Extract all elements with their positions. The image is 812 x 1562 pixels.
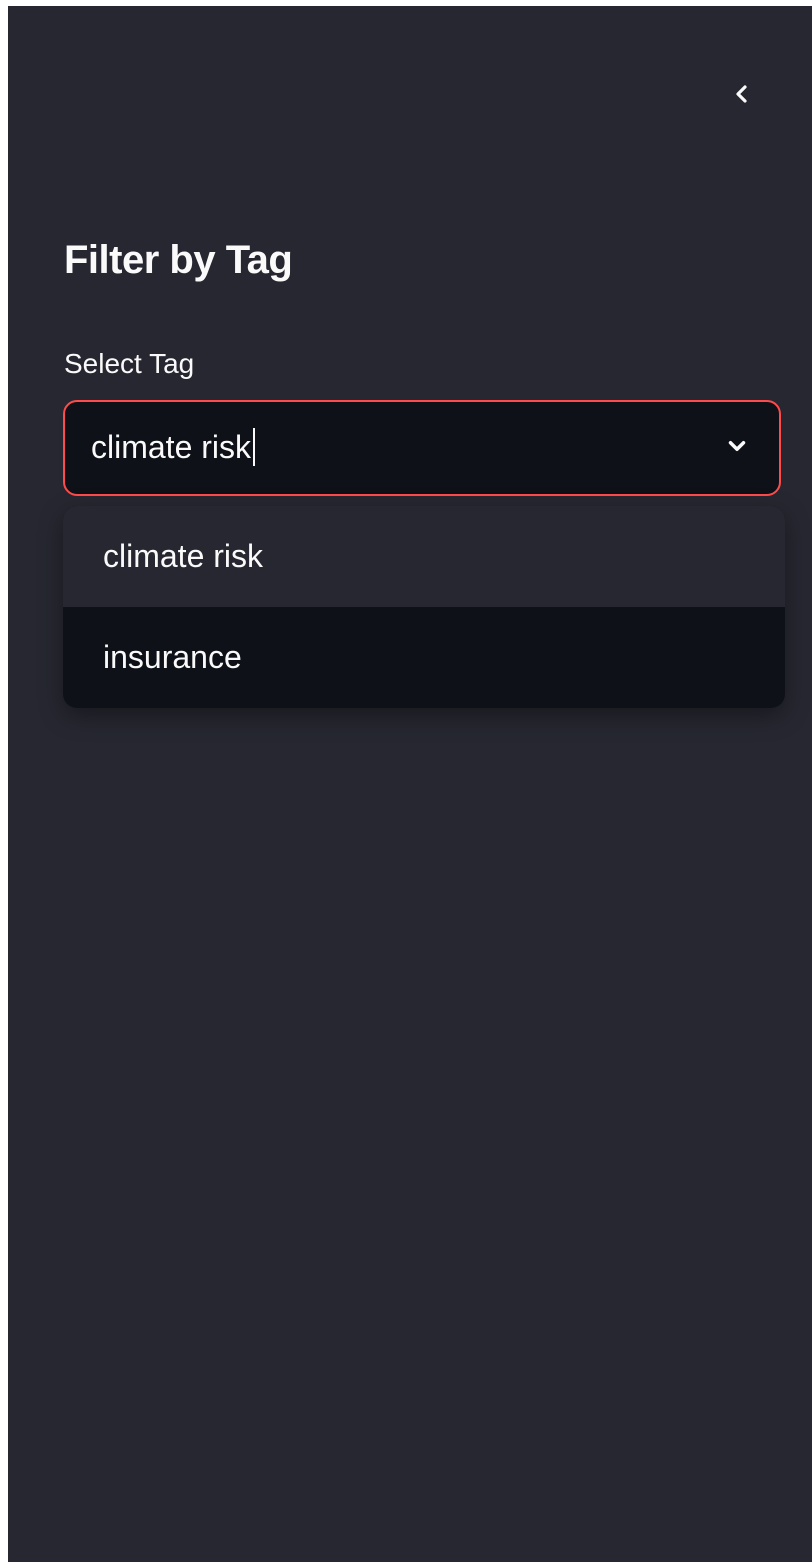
select-tag-label: Select Tag — [64, 348, 195, 379]
page: Filter by Tag Select Tag climate risk cl… — [0, 0, 812, 1562]
filter-title: Filter by Tag — [64, 238, 293, 282]
sidebar: Filter by Tag Select Tag climate risk cl… — [8, 6, 812, 1562]
select-current-value: climate risk — [91, 428, 252, 465]
chevron-left-icon — [730, 82, 754, 106]
tag-select-input[interactable]: climate risk — [63, 400, 781, 496]
dropdown-toggle[interactable] — [719, 430, 755, 466]
select-value-wrapper: climate risk — [91, 428, 256, 466]
collapse-sidebar-button[interactable] — [720, 70, 764, 118]
dropdown-option-climate-risk[interactable]: climate risk — [63, 506, 785, 607]
chevron-down-icon — [724, 433, 750, 464]
tag-dropdown-menu: climate risk insurance — [63, 506, 785, 708]
text-caret — [253, 428, 256, 466]
dropdown-option-insurance[interactable]: insurance — [63, 607, 785, 708]
